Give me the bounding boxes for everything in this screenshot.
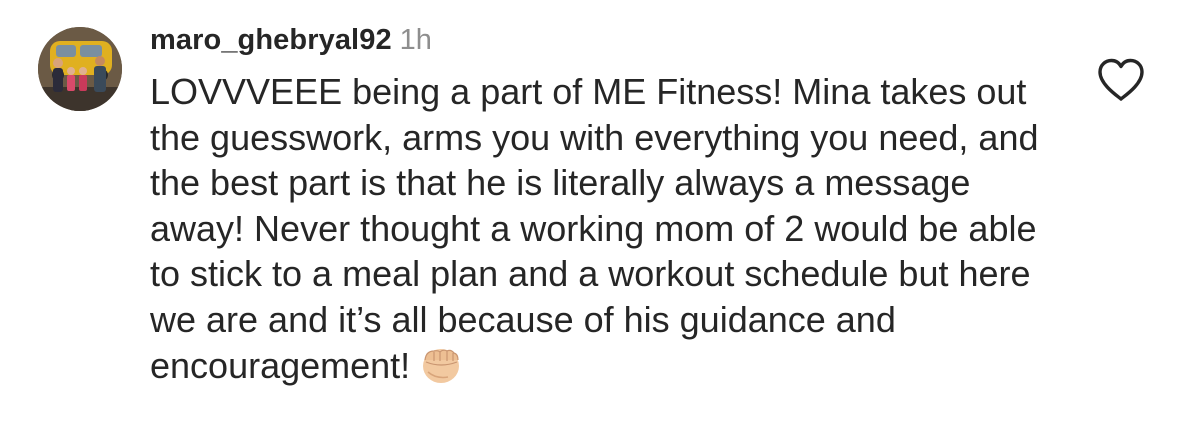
comment-text-content: LOVVVEEE being a part of ME Fitness! Min… <box>150 71 1039 386</box>
comment-time[interactable]: 1h <box>400 24 432 56</box>
comment-text: LOVVVEEE being a part of ME Fitness! Min… <box>150 69 1055 388</box>
heart-outline-icon <box>1098 58 1144 101</box>
comment-header: maro_ghebryal92 1h <box>150 20 432 60</box>
comment: maro_ghebryal92 1h LOVVVEEE being a part … <box>0 0 1200 446</box>
avatar[interactable] <box>38 27 122 111</box>
family-photo-avatar <box>38 27 122 111</box>
username[interactable]: maro_ghebryal92 <box>150 24 392 56</box>
fist-bump-emoji <box>418 346 464 386</box>
like-button[interactable] <box>1096 57 1146 103</box>
